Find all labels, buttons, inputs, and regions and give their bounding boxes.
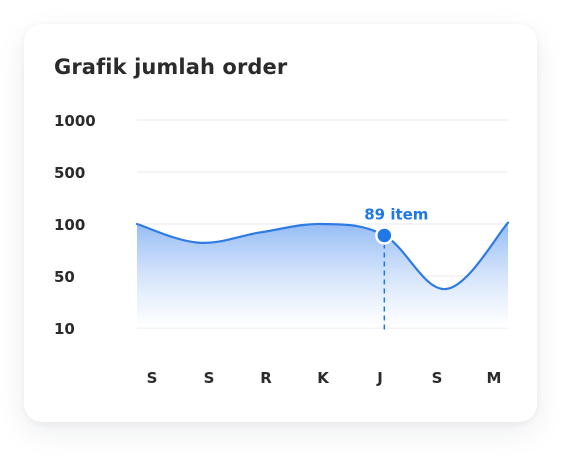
y-tick-label: 50 — [54, 268, 75, 286]
highlight-point[interactable] — [375, 226, 394, 245]
y-tick-label: 10 — [54, 320, 75, 338]
series-area — [137, 222, 508, 328]
x-tick-label: K — [317, 369, 330, 387]
x-tick-label: S — [204, 369, 215, 387]
x-tick-label: J — [376, 369, 383, 387]
x-tick-label: R — [260, 369, 272, 387]
y-tick-label: 1000 — [54, 112, 96, 130]
x-tick-label: S — [432, 369, 443, 387]
chart-card: Grafik jumlah order 1000 500 100 50 10 SSRKJ… — [24, 24, 537, 422]
highlight-value-label: 89 item — [364, 205, 428, 223]
x-tick-label: S — [147, 369, 158, 387]
order-area-chart: 1000 500 100 50 10 S S R K J S M 89 item — [54, 112, 510, 387]
x-tick-label: M — [487, 369, 502, 387]
y-tick-label: 100 — [54, 216, 85, 234]
y-tick-label: 500 — [54, 164, 85, 182]
